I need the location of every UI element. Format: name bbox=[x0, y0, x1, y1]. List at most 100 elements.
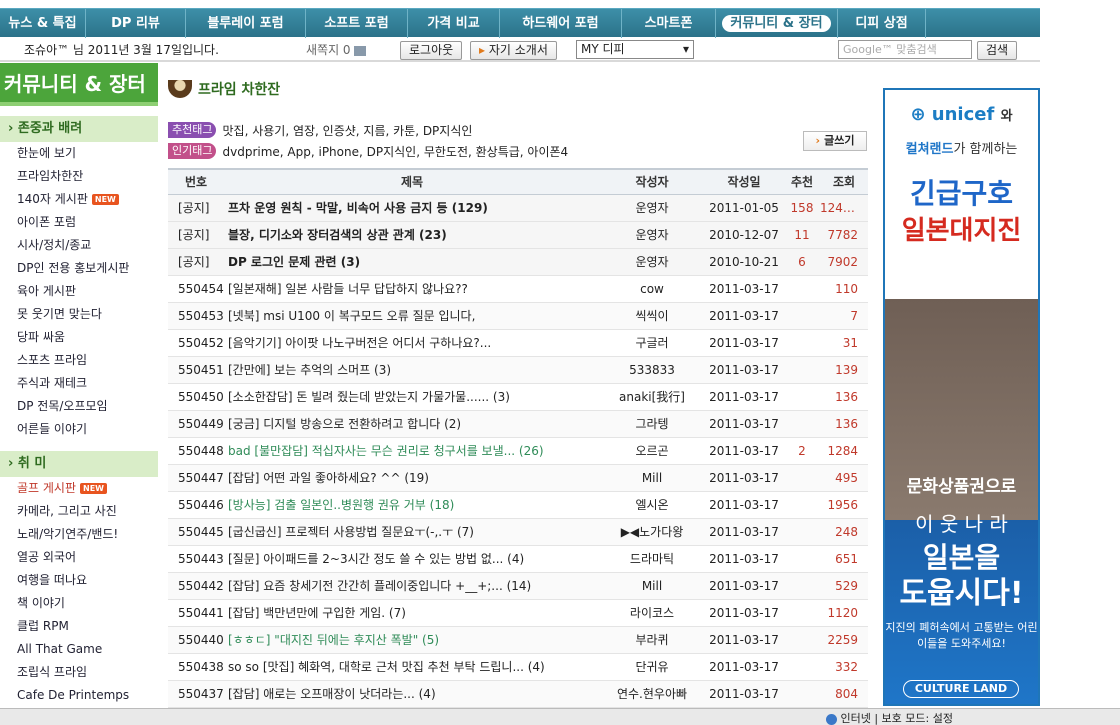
sidebar-item[interactable]: 당파 싸움 bbox=[0, 326, 158, 349]
table-row[interactable]: 550440 [ㅎㅎㄷ] "대지진 뒤에는 후지산 폭발" (5) 부라퀴 2011-… bbox=[168, 626, 868, 654]
logout-button[interactable]: 로그아웃 bbox=[400, 41, 463, 60]
table-row[interactable]: 550452 [음악기기] 아이팟 나노구버전은 어디서 구하나요?... 구글러 2… bbox=[168, 329, 868, 357]
sidebar-item[interactable]: 클럽 RPM bbox=[0, 615, 158, 638]
table-row[interactable]: 550449 [궁금] 디지털 방송으로 전환하려고 합니다 (2) 그라텡 2011… bbox=[168, 410, 868, 438]
table-row[interactable]: 550450 [소소한잡담] 돈 빌려 줬는데 받았는지 가물가물...... (… bbox=[168, 383, 868, 411]
column-header[interactable]: 조회 bbox=[820, 168, 868, 195]
table-row[interactable]: 550448 bad [불만잡담] 적십자사는 무슨 권리로 청구서를 보낼...… bbox=[168, 437, 868, 465]
search-button[interactable]: 검색 bbox=[977, 41, 1018, 60]
cell-author[interactable]: anaki[我行] bbox=[600, 383, 704, 411]
table-row[interactable]: 550442 [잡담] 요즘 창세기전 간간히 플레이중입니다 +__+;... … bbox=[168, 572, 868, 600]
cell-author[interactable]: 라이코스 bbox=[600, 599, 704, 627]
nav-item-3[interactable]: 소프트 포럼 bbox=[306, 8, 408, 38]
sidebar-item[interactable]: All That Game bbox=[0, 638, 158, 661]
cell-title[interactable]: [ㅎㅎㄷ] "대지진 뒤에는 후지산 폭발" (5) bbox=[224, 626, 600, 654]
cell-title[interactable]: [잡담] 백만년만에 구입한 게임. (7) bbox=[224, 599, 600, 627]
nav-item-0[interactable]: 뉴스 & 특집 bbox=[0, 8, 86, 38]
nav-item-4[interactable]: 가격 비교 bbox=[408, 8, 500, 38]
cell-author[interactable]: 엘시온 bbox=[600, 491, 704, 519]
cell-author[interactable]: 운영자 bbox=[600, 248, 704, 276]
sidebar-item[interactable]: 골프 게시판 NEW bbox=[0, 477, 158, 500]
sidebar-item[interactable]: 프라임차한잔 bbox=[0, 165, 158, 188]
cell-author[interactable]: 오르곤 bbox=[600, 437, 704, 465]
sidebar-item[interactable]: 책 이야기 bbox=[0, 592, 158, 615]
sidebar-item[interactable]: 한눈에 보기 bbox=[0, 142, 158, 165]
recommend-tag-list[interactable]: 맛집, 사용기, 염장, 인증샷, 지름, 카툰, DP지식인 bbox=[222, 122, 472, 139]
cell-author[interactable]: 구글러 bbox=[600, 329, 704, 357]
cell-author[interactable]: 씩씩이 bbox=[600, 302, 704, 330]
nav-item-7[interactable]: 커뮤니티 & 장터 bbox=[716, 8, 838, 38]
table-row[interactable]: 550453 [넷북] msi U100 이 복구모드 오류 질문 입니다, 씩씩이… bbox=[168, 302, 868, 330]
column-header[interactable]: 작성자 bbox=[600, 168, 704, 195]
mydp-select[interactable]: MY 디피 ▾ bbox=[576, 40, 694, 59]
table-row[interactable]: [공지] 프차 운영 원칙 - 막말, 비속어 사용 금지 등 (129) 운영자 2… bbox=[168, 194, 868, 222]
cell-title[interactable]: [음악기기] 아이팟 나노구버전은 어디서 구하나요?... bbox=[224, 329, 600, 357]
cell-title[interactable]: [넷북] msi U100 이 복구모드 오류 질문 입니다, bbox=[224, 302, 600, 330]
unicef-ad-banner[interactable]: ⊕ unicef 와 컬쳐랜드가 함께하는 긴급구호 일본대지진 문화상품권으로… bbox=[883, 88, 1040, 706]
sidebar-item[interactable]: 열공 외국어 bbox=[0, 546, 158, 569]
cell-title[interactable]: 블장, 디기소와 장터검색의 상관 관계 (23) bbox=[224, 221, 600, 249]
notes-link[interactable]: 새쪽지 0 bbox=[306, 40, 367, 60]
sidebar-item[interactable]: DP인 전용 홍보게시판 bbox=[0, 257, 158, 280]
table-row[interactable]: 550446 [방사능] 검출 일본인..병원행 권유 거부 (18) 엘시온 201… bbox=[168, 491, 868, 519]
sidebar-item[interactable]: 140자 게시판 NEW bbox=[0, 188, 158, 211]
table-row[interactable]: [공지] DP 로그인 문제 관련 (3) 운영자 2010-10-21 6 7902 bbox=[168, 248, 868, 276]
sidebar-item[interactable]: 육아 게시판 bbox=[0, 280, 158, 303]
table-row[interactable]: 550441 [잡담] 백만년만에 구입한 게임. (7) 라이코스 2011-03-… bbox=[168, 599, 868, 627]
cell-author[interactable]: 운영자 bbox=[600, 194, 704, 222]
sidebar-item[interactable]: 시사/정치/종교 bbox=[0, 234, 158, 257]
cell-author[interactable]: 533833 bbox=[600, 356, 704, 384]
table-row[interactable]: 550437 [잡담] 애로는 오프매장이 낫더라는... (4) 연수.현우아빠 2… bbox=[168, 680, 868, 708]
cell-author[interactable]: 운영자 bbox=[600, 221, 704, 249]
cell-author[interactable]: Mill bbox=[600, 464, 704, 492]
cell-author[interactable]: cow bbox=[600, 275, 704, 303]
cell-author[interactable]: 연수.현우아빠 bbox=[600, 680, 704, 708]
table-row[interactable]: 550438 so so [맛집] 혜화역, 대학로 근처 맛집 추천 부탁 드립… bbox=[168, 653, 868, 681]
cell-title[interactable]: bad [불만잡담] 적십자사는 무슨 권리로 청구서를 보낼... (26) bbox=[224, 437, 600, 465]
table-row[interactable]: 550454 [일본재해] 일본 사람들 너무 답답하지 않나요?? cow 2011… bbox=[168, 275, 868, 303]
sidebar-item[interactable]: 주식과 재테크 bbox=[0, 372, 158, 395]
table-row[interactable]: 550451 [간만에] 보는 추억의 스머프 (3) 533833 2011-03-… bbox=[168, 356, 868, 384]
nav-item-6[interactable]: 스마트폰 bbox=[622, 8, 716, 38]
cell-author[interactable]: 부라퀴 bbox=[600, 626, 704, 654]
cell-author[interactable]: 단귀유 bbox=[600, 653, 704, 681]
sidebar-item[interactable]: 스포츠 프라임 bbox=[0, 349, 158, 372]
cell-author[interactable]: 그라텡 bbox=[600, 410, 704, 438]
nav-item-8[interactable]: 디피 상점 bbox=[838, 8, 926, 38]
google-search-input[interactable]: Google™ 맞춤검색 bbox=[838, 40, 972, 59]
nav-item-5[interactable]: 하드웨어 포럼 bbox=[500, 8, 622, 38]
cell-title[interactable]: 프차 운영 원칙 - 막말, 비속어 사용 금지 등 (129) bbox=[224, 194, 600, 222]
cell-title[interactable]: [잡담] 요즘 창세기전 간간히 플레이중입니다 +__+;... (14) bbox=[224, 572, 600, 600]
cell-title[interactable]: [방사능] 검출 일본인..병원행 권유 거부 (18) bbox=[224, 491, 600, 519]
column-header[interactable]: 추천 bbox=[784, 168, 820, 195]
cell-title[interactable]: DP 로그인 문제 관련 (3) bbox=[224, 248, 600, 276]
sidebar-item[interactable]: 아이폰 포럼 bbox=[0, 211, 158, 234]
column-header[interactable]: 번호 bbox=[168, 168, 224, 195]
intro-button[interactable]: ▸ 자기 소개서 bbox=[470, 41, 557, 60]
sidebar-item[interactable]: 어른들 이야기 bbox=[0, 418, 158, 441]
sidebar-item[interactable]: 카메라, 그리고 사진 bbox=[0, 500, 158, 523]
write-button[interactable]: 글쓰기 bbox=[803, 131, 867, 151]
table-row[interactable]: 550447 [잡담] 어떤 과일 좋아하세요? ^^ (19) Mill 2011-… bbox=[168, 464, 868, 492]
table-row[interactable]: 550445 [굽신굽신] 프로젝터 사용방법 질문요ㅜ(-,.ㅜ (7) ▶◀노가… bbox=[168, 518, 868, 546]
cell-author[interactable]: ▶◀노가다왕 bbox=[600, 518, 704, 546]
column-header[interactable]: 제목 bbox=[224, 168, 600, 195]
cell-title[interactable]: [질문] 아이패드를 2~3시간 정도 쓸 수 있는 방법 없... (4) bbox=[224, 545, 600, 573]
nav-item-1[interactable]: DP 리뷰 bbox=[86, 8, 186, 38]
cell-author[interactable]: 드라마틱 bbox=[600, 545, 704, 573]
cell-title[interactable]: [잡담] 애로는 오프매장이 낫더라는... (4) bbox=[224, 680, 600, 708]
cell-title[interactable]: [궁금] 디지털 방송으로 전환하려고 합니다 (2) bbox=[224, 410, 600, 438]
sidebar-item[interactable]: DP 전목/오프모임 bbox=[0, 395, 158, 418]
cell-title[interactable]: so so [맛집] 혜화역, 대학로 근처 맛집 추천 부탁 드립니... (… bbox=[224, 653, 600, 681]
column-header[interactable]: 작성일 bbox=[704, 168, 784, 195]
cell-title[interactable]: [굽신굽신] 프로젝터 사용방법 질문요ㅜ(-,.ㅜ (7) bbox=[224, 518, 600, 546]
nav-item-2[interactable]: 블루레이 포럼 bbox=[186, 8, 306, 38]
cell-title[interactable]: [잡담] 어떤 과일 좋아하세요? ^^ (19) bbox=[224, 464, 600, 492]
cell-title[interactable]: [간만에] 보는 추억의 스머프 (3) bbox=[224, 356, 600, 384]
sidebar-item[interactable]: 노래/악기연주/밴드! bbox=[0, 523, 158, 546]
sidebar-item[interactable]: 조립식 프라임 bbox=[0, 661, 158, 684]
sidebar-item[interactable]: 못 웃기면 맞는다 bbox=[0, 303, 158, 326]
table-row[interactable]: [공지] 블장, 디기소와 장터검색의 상관 관계 (23) 운영자 2010-12-… bbox=[168, 221, 868, 249]
sidebar-item[interactable]: 여행을 떠나요 bbox=[0, 569, 158, 592]
table-row[interactable]: 550443 [질문] 아이패드를 2~3시간 정도 쓸 수 있는 방법 없...… bbox=[168, 545, 868, 573]
